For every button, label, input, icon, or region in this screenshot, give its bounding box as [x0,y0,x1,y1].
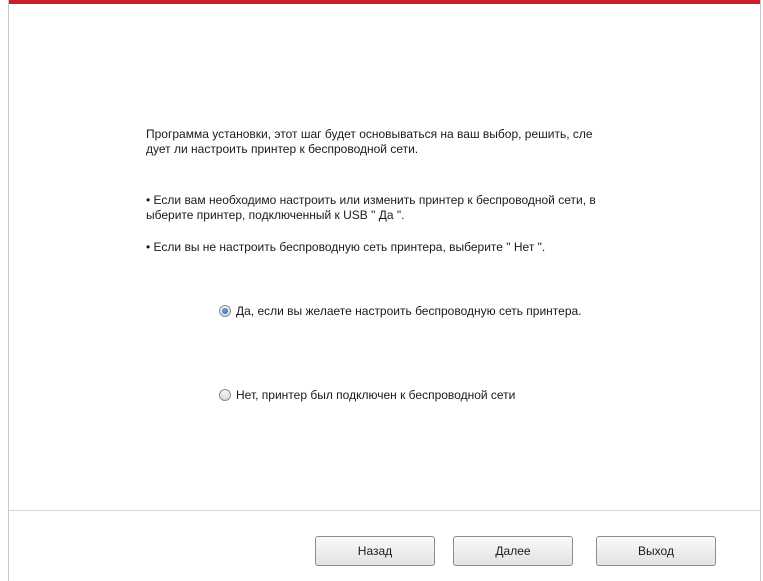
radio-no-unchecked-icon[interactable] [219,389,231,401]
intro-text: Программа установки, этот шаг будет осно… [146,127,593,156]
installer-window: Программа установки, этот шаг будет осно… [8,0,761,581]
option-yes[interactable]: Да, если вы желаете настроить беспроводн… [219,304,582,318]
bullet-change-wireless: • Если вам необходимо настроить или изме… [146,193,596,222]
bullet-no-wireless: • Если вы не настроить беспроводную сеть… [146,240,546,254]
accent-bar [9,0,760,4]
option-no-label: Нет, принтер был подключен к беспроводно… [236,388,516,402]
radio-yes-checked-icon[interactable] [219,305,231,317]
footer-divider [9,510,760,511]
exit-button[interactable]: Выход [596,536,716,566]
back-button[interactable]: Назад [315,536,435,566]
option-yes-label: Да, если вы желаете настроить беспроводн… [236,304,582,318]
option-no[interactable]: Нет, принтер был подключен к беспроводно… [219,388,515,402]
next-button[interactable]: Далее [453,536,573,566]
